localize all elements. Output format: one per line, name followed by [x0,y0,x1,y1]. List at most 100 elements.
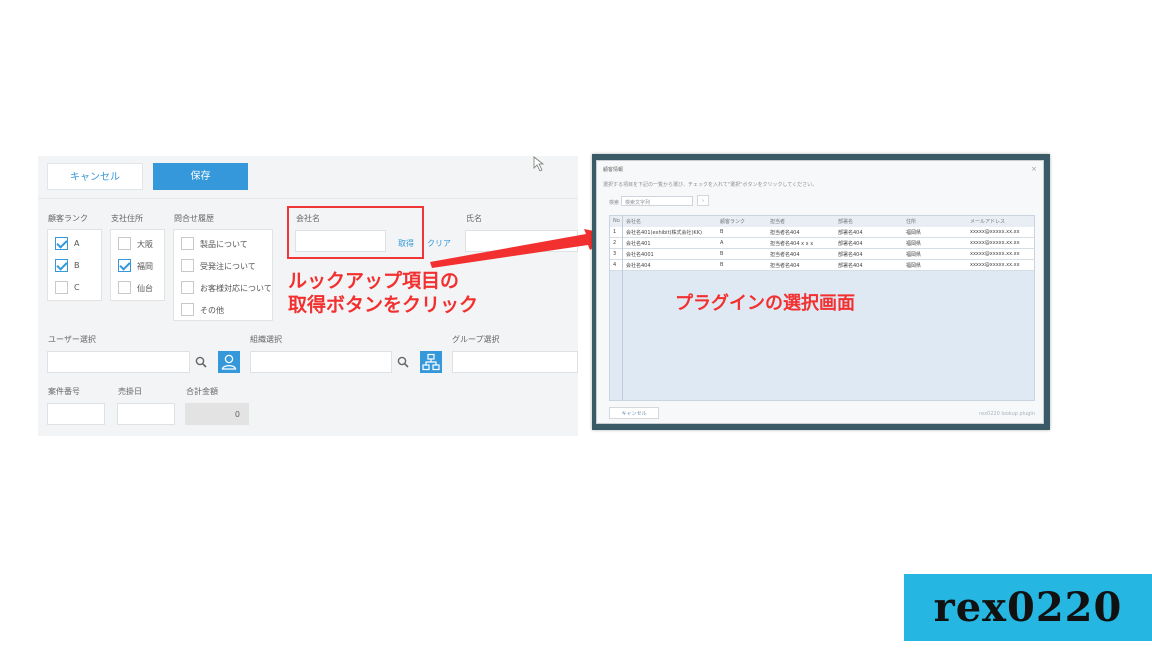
highlight-box [287,206,424,259]
cancel-button[interactable]: キャンセル [47,163,143,190]
grid-cell: 部署名404 [838,241,863,247]
org-picker-button[interactable] [420,351,442,373]
grid-cell: 福岡県 [906,241,922,247]
grid-cell: B [720,229,724,235]
grid-cell: B [720,262,724,268]
rank-checkbox-group: A B C [47,229,102,301]
rank-checkbox-b[interactable] [55,259,68,272]
grid-cell: B [720,251,724,257]
grid-cell: 4 [613,262,617,268]
grid-header-cell: No [613,218,620,224]
inquiry-checkbox[interactable] [181,303,194,316]
grid-cell: 担当者名404 [770,252,800,258]
grid-cell: 福岡県 [906,252,922,258]
logo-text: rex0220 [933,584,1123,631]
grid-cell: 3 [613,251,617,257]
search-icon[interactable] [397,356,409,368]
dialog-search-label: 検索 [609,200,620,206]
case-no-input[interactable] [47,403,105,425]
red-arrow-icon [430,229,614,268]
branch-checkbox-fukuoka[interactable] [118,259,131,272]
branch-option-label: 仙台 [137,284,153,293]
grid-cell: xxxxx@xxxxx.xx.xx [970,262,1020,268]
grid-header-cell: メールアドレス [970,219,1006,225]
branch-checkbox-osaka[interactable] [118,237,131,250]
inquiry-option-label: 受発注について [200,262,256,271]
inquiry-checkbox-group: 製品について 受発注について お客様対応について その他 [173,229,273,321]
grid-header-row: No 会社名 顧客ランク 担当者 部署名 住所 メールアドレス [610,216,1034,227]
grid-cell: A [720,240,724,246]
inquiry-checkbox[interactable] [181,237,194,250]
inquiry-option-label: お客様対応について [200,284,272,293]
branch-label: 支社住所 [111,214,143,223]
grid-header-cell: 担当者 [770,219,786,225]
mouse-cursor-icon [533,156,545,172]
grid-cell: 1 [613,229,617,235]
case-no-label: 案件番号 [48,387,80,396]
grid-cell: 部署名404 [838,263,863,269]
dialog-hint: 選択する項目を下記の一覧から選び、チェックを入れて"選択"ボタンをクリックしてく… [603,182,818,188]
grid-cell: 会社名401(exhibit)株式会社(KK) [626,230,702,236]
dialog-cancel-button[interactable]: キャンセル [609,407,659,419]
inquiry-checkbox[interactable] [181,259,194,272]
user-picker-button[interactable] [218,351,240,373]
grid-header-cell: 住所 [906,219,917,225]
dialog-search-value: 検索文字列 [625,200,651,206]
user-search-input[interactable] [47,351,190,373]
table-row[interactable]: 3 会社名4001 B 担当者名404 部署名404 福岡県 xxxxx@xxx… [610,249,1034,260]
user-select-label: ユーザー選択 [48,335,96,344]
grid-cell: 担当者名404 [770,230,800,236]
search-icon[interactable] [195,356,207,368]
org-chart-icon [422,353,440,371]
branch-checkbox-sendai[interactable] [118,281,131,294]
grid-cell: 部署名404 [838,252,863,258]
grid-header-cell: 会社名 [626,219,642,225]
dialog-footer-credit: rex0220 lookup plugin [979,411,1035,417]
grid-cell: 2 [613,240,617,246]
dialog-title: 顧客情報 [603,167,624,173]
rank-option-label: C [74,283,80,292]
inquiry-checkbox[interactable] [181,281,194,294]
sale-date-label: 売掛日 [118,387,142,396]
rank-option-label: B [74,261,80,270]
annotation-click-fetch: ルックアップ項目の 取得ボタンをクリック [288,269,478,317]
table-row[interactable]: 2 会社名401 A 担当者名404 x x x 部署名404 福岡県 xxxx… [610,238,1034,249]
grid-cell: xxxxx@xxxxx.xx.xx [970,229,1020,235]
branch-option-label: 福岡 [137,262,153,271]
inquiry-label: 問合せ履歴 [174,214,214,223]
divider [38,198,578,199]
kintone-record-form: キャンセル 保存 顧客ランク A B C 支社住所 大阪 福岡 仙台 問合せ履歴… [38,156,578,436]
grid-header-cell: 部署名 [838,219,854,225]
rank-checkbox-a[interactable] [55,237,68,250]
close-icon[interactable]: × [1031,165,1037,173]
rank-checkbox-c[interactable] [55,281,68,294]
table-row[interactable]: 4 会社名404 B 担当者名404 部署名404 福岡県 xxxxx@xxxx… [610,260,1034,271]
annotation-plugin-screen: プラグインの選択画面 [675,293,855,314]
grid-cell: 会社名401 [626,241,651,247]
save-button[interactable]: 保存 [153,163,248,190]
dialog-search-button[interactable]: › [697,195,709,206]
inquiry-option-label: 製品について [200,240,248,249]
sale-date-input[interactable] [117,403,175,425]
grid-cell: 会社名4001 [626,252,654,258]
group-search-input[interactable] [452,351,578,373]
total-amount-field: 0 [185,403,249,425]
grid-cell: 会社名404 [626,263,651,269]
rank-option-label: A [74,239,80,248]
org-select-label: 組織選択 [250,335,282,344]
grid-header-cell: 顧客ランク [720,219,746,225]
grid-cell: 福岡県 [906,263,922,269]
name-label: 氏名 [466,214,482,223]
annotation-line: ルックアップ項目の [288,270,460,292]
grid-cell: 担当者名404 [770,263,800,269]
grid-cell: xxxxx@xxxxx.xx.xx [970,251,1020,257]
org-search-input[interactable] [250,351,392,373]
grid-column-divider [622,216,623,400]
branch-checkbox-group: 大阪 福岡 仙台 [110,229,165,301]
dialog-search-input[interactable]: 検索文字列 [621,196,693,206]
total-label: 合計金額 [186,387,218,396]
channel-logo: rex0220 [904,574,1152,641]
grid-cell: 部署名404 [838,230,863,236]
table-row[interactable]: 1 会社名401(exhibit)株式会社(KK) B 担当者名404 部署名4… [610,227,1034,238]
user-icon [221,354,237,370]
